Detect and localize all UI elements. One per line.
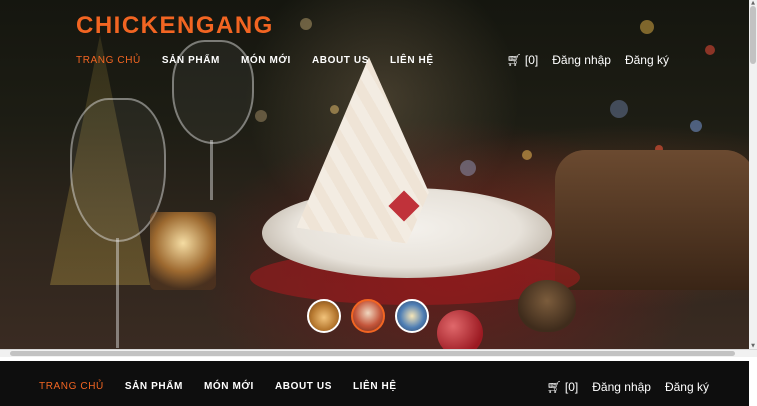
nav-item-home[interactable]: TRANG CHỦ	[76, 55, 141, 66]
candle	[150, 212, 216, 290]
bokeh-light	[330, 105, 339, 114]
wine-glass-stem	[116, 238, 119, 348]
sticky-nav-bar: TRANG CHỦ SẢN PHẨM MÓN MỚI ABOUT US LIÊN…	[0, 361, 749, 406]
bauble	[437, 310, 483, 349]
wine-glass-stem	[210, 140, 213, 200]
nav-item-new-dishes[interactable]: MÓN MỚI	[204, 381, 254, 392]
main-nav: TRANG CHỦ SẢN PHẨM MÓN MỚI ABOUT US LIÊN…	[76, 55, 434, 66]
hero-banner: CHICKENGANG TRANG CHỦ SẢN PHẨM MÓN MỚI A…	[0, 0, 749, 349]
cart-icon: 🛒︎	[546, 380, 562, 394]
thumb-christmas-dish[interactable]	[351, 299, 385, 333]
scroll-thumb[interactable]	[750, 6, 756, 64]
bokeh-light	[705, 45, 715, 55]
bokeh-light	[460, 160, 476, 176]
sticky-main-nav: TRANG CHỦ SẢN PHẨM MÓN MỚI ABOUT US LIÊN…	[39, 381, 397, 392]
sticky-account-nav: 🛒︎ [0] Đăng nhập Đăng ký	[547, 380, 709, 394]
cart-icon: 🛒︎	[506, 53, 522, 67]
nav-item-about[interactable]: ABOUT US	[312, 55, 369, 66]
bokeh-light	[255, 110, 267, 122]
account-nav: 🛒︎ [0] Đăng nhập Đăng ký	[507, 53, 669, 67]
bokeh-light	[610, 100, 628, 118]
horizontal-scrollbar[interactable]	[0, 349, 757, 357]
thumb-chicken[interactable]	[307, 299, 341, 333]
nav-item-contact[interactable]: LIÊN HỆ	[390, 55, 434, 66]
login-link[interactable]: Đăng nhập	[592, 380, 651, 394]
slider-thumbnails	[307, 299, 429, 333]
nav-item-about[interactable]: ABOUT US	[275, 381, 332, 392]
nav-item-products[interactable]: SẢN PHẨM	[162, 55, 220, 66]
register-link[interactable]: Đăng ký	[665, 380, 709, 394]
bokeh-light	[522, 150, 532, 160]
bokeh-light	[300, 18, 312, 30]
cart-link[interactable]: 🛒︎ [0]	[507, 53, 539, 67]
cart-link[interactable]: 🛒︎ [0]	[547, 380, 579, 394]
bokeh-light	[640, 20, 654, 34]
vertical-scrollbar[interactable]: ▲ ▼	[749, 0, 757, 349]
site-logo[interactable]: CHICKENGANG	[76, 12, 274, 40]
scroll-thumb[interactable]	[10, 351, 735, 356]
nav-item-home[interactable]: TRANG CHỦ	[39, 381, 104, 392]
nav-item-products[interactable]: SẢN PHẨM	[125, 381, 183, 392]
nav-item-new-dishes[interactable]: MÓN MỚI	[241, 55, 291, 66]
chair	[555, 150, 749, 290]
login-link[interactable]: Đăng nhập	[552, 53, 611, 67]
cart-count: [0]	[524, 53, 539, 67]
bokeh-light	[690, 120, 702, 132]
nav-item-contact[interactable]: LIÊN HỆ	[353, 381, 397, 392]
pinecone	[518, 280, 576, 332]
cart-count: [0]	[564, 380, 579, 394]
thumb-meal[interactable]	[395, 299, 429, 333]
register-link[interactable]: Đăng ký	[625, 53, 669, 67]
